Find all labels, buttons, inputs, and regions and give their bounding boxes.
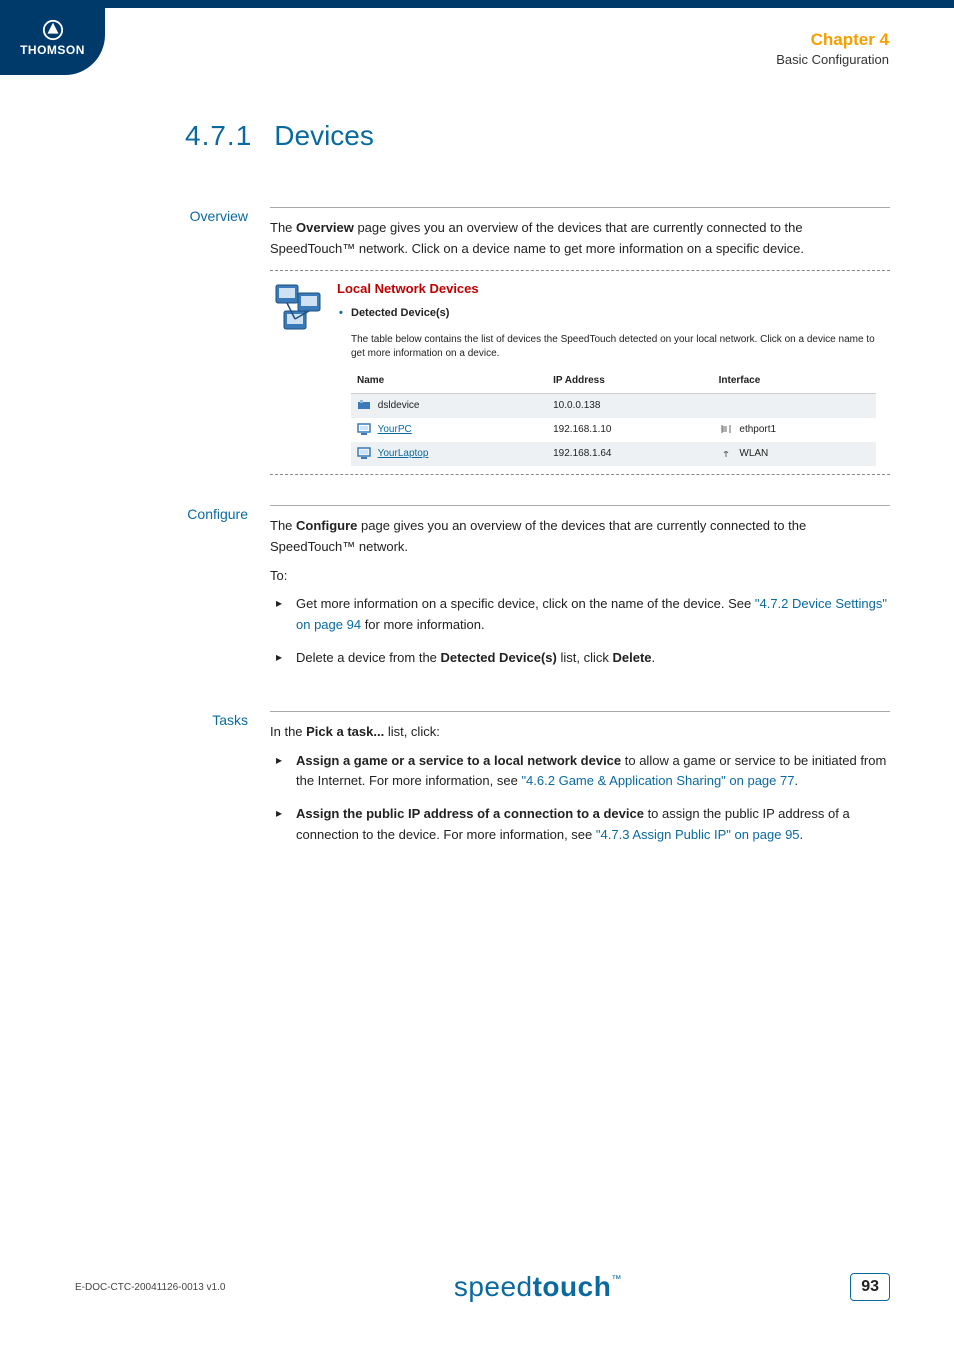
product-logo: speedtouch™ xyxy=(454,1271,622,1303)
section-body-tasks: In the Pick a task... list, click: Assig… xyxy=(270,711,890,858)
list-item: Delete a device from the Detected Device… xyxy=(270,648,890,669)
section-body-overview: The Overview page gives you an overview … xyxy=(270,207,890,475)
section-overview: Overview The Overview page gives you an … xyxy=(75,207,890,475)
title-text: Devices xyxy=(274,120,374,152)
brand-text: THOMSON xyxy=(20,43,85,57)
table-row: dsldevice 10.0.0.138 xyxy=(351,393,876,418)
panel-title: Local Network Devices xyxy=(337,279,890,300)
list-item: Assign the public IP address of a connec… xyxy=(270,804,890,846)
cell-name[interactable]: YourLaptop xyxy=(351,442,547,466)
doc-id: E-DOC-CTC-20041126-0013 v1.0 xyxy=(75,1282,225,1293)
device-link[interactable]: YourPC xyxy=(378,424,412,435)
modem-icon xyxy=(357,399,371,411)
title-number: 4.7.1 xyxy=(185,120,252,152)
ethernet-icon xyxy=(719,423,733,435)
cell-ip: 10.0.0.138 xyxy=(547,393,713,418)
list-item: Get more information on a specific devic… xyxy=(270,594,890,636)
cell-iface: WLAN xyxy=(713,442,876,466)
table-row: YourPC 192.168.1.10 ethport1 xyxy=(351,418,876,442)
chapter-label: Chapter 4 xyxy=(776,30,889,50)
page-title: 4.7.1 Devices xyxy=(185,120,890,152)
tasks-intro: In the Pick a task... list, click: xyxy=(270,722,890,743)
xref-link[interactable]: "4.6.2 Game & Application Sharing" on pa… xyxy=(521,773,794,788)
chapter-header: Chapter 4 Basic Configuration xyxy=(776,30,889,67)
overview-paragraph: The Overview page gives you an overview … xyxy=(270,218,890,260)
cell-name: dsldevice xyxy=(351,393,547,418)
cell-ip: 192.168.1.64 xyxy=(547,442,713,466)
col-ip: IP Address xyxy=(547,369,713,394)
main-content: 4.7.1 Devices Overview The Overview page… xyxy=(75,120,890,888)
section-tasks: Tasks In the Pick a task... list, click:… xyxy=(75,711,890,858)
configure-list: Get more information on a specific devic… xyxy=(270,594,890,668)
col-iface: Interface xyxy=(713,369,876,394)
network-devices-content: Local Network Devices Detected Device(s)… xyxy=(337,279,890,466)
page-footer: E-DOC-CTC-20041126-0013 v1.0 speedtouch™… xyxy=(75,1271,890,1303)
panel-note: The table below contains the list of dev… xyxy=(351,333,890,361)
chapter-subtitle: Basic Configuration xyxy=(776,52,889,67)
devices-table: Name IP Address Interface dsldevice xyxy=(351,369,876,466)
top-bar xyxy=(0,0,954,8)
device-link[interactable]: YourLaptop xyxy=(378,448,429,459)
section-body-configure: The Configure page gives you an overview… xyxy=(270,505,890,681)
network-devices-panel: Local Network Devices Detected Device(s)… xyxy=(270,270,890,475)
cell-iface: ethport1 xyxy=(713,418,876,442)
brand-logo: THOMSON xyxy=(0,0,105,75)
panel-subtitle: Detected Device(s) xyxy=(351,305,890,323)
table-row: YourLaptop 192.168.1.64 WLAN xyxy=(351,442,876,466)
section-label-overview: Overview xyxy=(75,207,270,475)
cell-iface xyxy=(713,393,876,418)
network-devices-icon xyxy=(270,279,325,334)
wlan-icon xyxy=(719,447,733,459)
xref-link[interactable]: "4.7.3 Assign Public IP" on page 95 xyxy=(596,827,800,842)
cell-ip: 192.168.1.10 xyxy=(547,418,713,442)
cell-name[interactable]: YourPC xyxy=(351,418,547,442)
page-number: 93 xyxy=(850,1273,890,1301)
thomson-icon xyxy=(42,19,64,41)
to-label: To: xyxy=(270,566,890,587)
list-item: Assign a game or a service to a local ne… xyxy=(270,751,890,793)
section-label-configure: Configure xyxy=(75,505,270,681)
table-header-row: Name IP Address Interface xyxy=(351,369,876,394)
pc-icon xyxy=(357,447,371,459)
tasks-list: Assign a game or a service to a local ne… xyxy=(270,751,890,846)
section-label-tasks: Tasks xyxy=(75,711,270,858)
configure-paragraph: The Configure page gives you an overview… xyxy=(270,516,890,558)
pc-icon xyxy=(357,423,371,435)
section-configure: Configure The Configure page gives you a… xyxy=(75,505,890,681)
col-name: Name xyxy=(351,369,547,394)
